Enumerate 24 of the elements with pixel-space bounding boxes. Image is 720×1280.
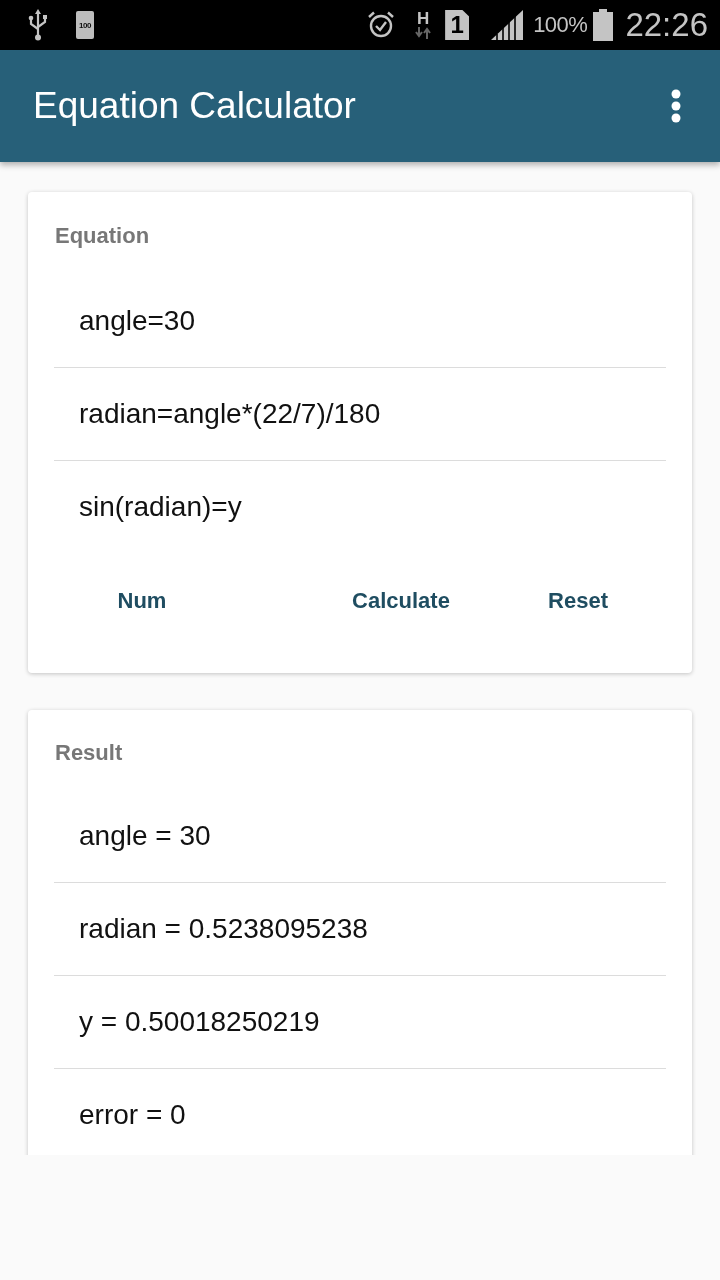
equation-line: angle=30 bbox=[79, 305, 195, 337]
battery-indicator: 100 bbox=[76, 11, 94, 39]
battery-percentage: 100% bbox=[533, 12, 588, 38]
network-type-label: H bbox=[417, 11, 430, 27]
app-title: Equation Calculator bbox=[33, 85, 356, 127]
battery-icon bbox=[593, 9, 614, 41]
result-line: error = 0 bbox=[79, 1099, 186, 1131]
action-button[interactable]: Calculate bbox=[331, 569, 471, 633]
alarm-clock-icon bbox=[367, 11, 396, 39]
result-line: angle = 30 bbox=[79, 820, 211, 852]
more-vertical-icon bbox=[670, 89, 682, 123]
usb-icon bbox=[28, 9, 48, 41]
equation-line: radian=angle*(22/7)/180 bbox=[79, 398, 381, 430]
card-heading: Result bbox=[55, 740, 123, 766]
action-button[interactable]: Reset bbox=[523, 569, 633, 633]
signal-icon bbox=[491, 10, 524, 40]
result-line: radian = 0.5238095238 bbox=[79, 913, 368, 945]
action-button[interactable]: Num bbox=[54, 569, 230, 633]
clock-time: 22:26 bbox=[625, 6, 708, 44]
card-heading: Equation bbox=[55, 223, 150, 249]
sim-card-indicator: 1 bbox=[445, 10, 470, 40]
result-line: y = 0.50018250219 bbox=[79, 1006, 320, 1038]
data-arrows-icon bbox=[415, 27, 432, 39]
equation-line: sin(radian)=y bbox=[79, 491, 242, 523]
